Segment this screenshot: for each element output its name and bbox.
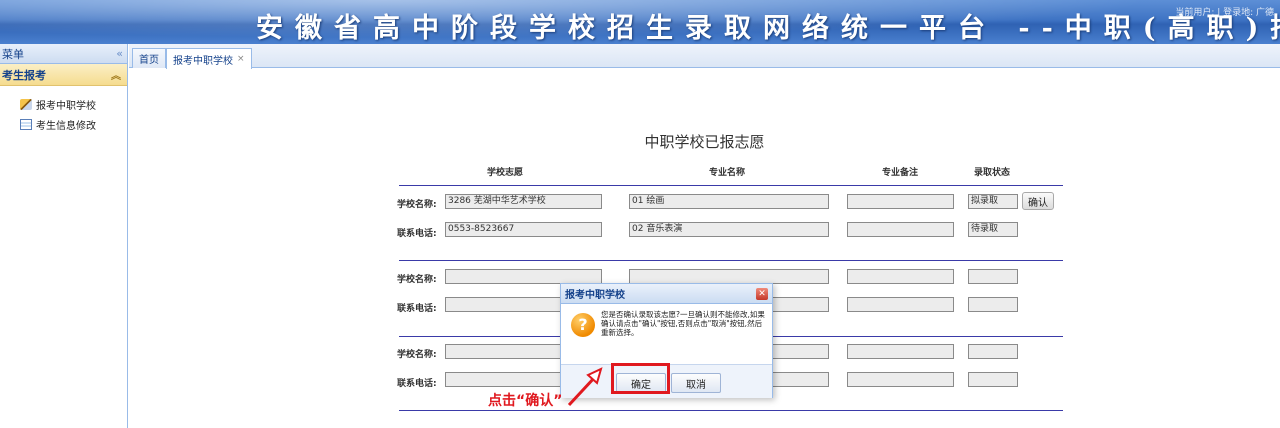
- dialog-header: 报考中职学校 ✕: [561, 284, 772, 304]
- header-banner: 安徽省高中阶段学校招生录取网络统一平台 --中职(高职)招生录取 当前用户: |…: [0, 0, 1280, 44]
- sidebar-item-edit-info[interactable]: 考生信息修改: [0, 114, 127, 134]
- annotation-text: 点击“确认”: [488, 393, 563, 409]
- sidebar-item-label: 报考中职学校: [36, 100, 96, 112]
- school-name-field[interactable]: 3286 芜湖中华艺术学校: [445, 194, 602, 209]
- tab-label: 首页: [139, 55, 159, 66]
- pencil-icon: [20, 98, 32, 110]
- sidebar: 菜单 « 考生报考 ︽ 报考中职学校 考生信息修改: [0, 44, 128, 428]
- phone-label: 联系电话:: [397, 379, 437, 389]
- school-name-label: 学校名称:: [397, 200, 437, 210]
- page-title: 中职学校已报志愿: [644, 133, 765, 151]
- status-field-2: 待录取: [968, 222, 1018, 237]
- major-field-1[interactable]: 01 绘画: [629, 194, 829, 209]
- remark-field-2[interactable]: [847, 297, 954, 312]
- school-name-label: 学校名称:: [397, 350, 437, 360]
- remark-field-2[interactable]: [847, 222, 954, 237]
- remark-field-1[interactable]: [847, 194, 954, 209]
- divider: [399, 260, 1063, 261]
- column-header-major: 专业名称: [709, 168, 746, 178]
- ok-button-highlight: [611, 363, 670, 394]
- status-field-2: [968, 372, 1018, 387]
- column-header-remark: 专业备注: [882, 168, 919, 178]
- remark-field-1[interactable]: [847, 269, 954, 284]
- major-field-2[interactable]: 02 音乐表演: [629, 222, 829, 237]
- status-field-1: [968, 269, 1018, 284]
- tab-apply-school[interactable]: 报考中职学校 ×: [166, 48, 252, 69]
- double-chevron-up-icon[interactable]: ︽: [111, 67, 121, 82]
- dialog-message: 您是否确认录取该志愿?一旦确认则不能修改,如果确认请点击"确认"按钮,否则点击"…: [601, 310, 765, 337]
- group-label: 考生报考: [2, 68, 46, 82]
- menu-label: 菜单: [2, 47, 24, 61]
- column-header-school: 学校志愿: [487, 168, 524, 178]
- close-icon[interactable]: ✕: [756, 287, 768, 300]
- menu-header: 菜单 «: [0, 44, 127, 64]
- phone-field[interactable]: 0553-8523667: [445, 222, 602, 237]
- dialog-body: ? 您是否确认录取该志愿?一旦确认则不能修改,如果确认请点击"确认"按钮,否则点…: [567, 310, 767, 361]
- annotation-arrow-icon: [567, 367, 603, 407]
- column-header-status: 录取状态: [974, 168, 1011, 178]
- sidebar-item-label: 考生信息修改: [36, 120, 96, 132]
- form-icon: [20, 118, 32, 130]
- divider: [399, 410, 1063, 411]
- cancel-button[interactable]: 取消: [671, 373, 721, 393]
- question-icon: ?: [571, 313, 595, 337]
- remark-field-2[interactable]: [847, 372, 954, 387]
- status-field-1: [968, 344, 1018, 359]
- school-name-field[interactable]: [445, 269, 602, 284]
- platform-title: 安徽省高中阶段学校招生录取网络统一平台 --中职(高职)招生录取: [256, 13, 1280, 44]
- status-field-1: 拟录取: [968, 194, 1018, 209]
- phone-label: 联系电话:: [397, 304, 437, 314]
- sidebar-item-apply-school[interactable]: 报考中职学校: [0, 94, 127, 114]
- status-field-2: [968, 297, 1018, 312]
- tab-label: 报考中职学校: [173, 55, 233, 67]
- dialog-title: 报考中职学校: [565, 290, 625, 301]
- remark-field-1[interactable]: [847, 344, 954, 359]
- close-icon[interactable]: ×: [237, 54, 245, 64]
- tab-bar: 首页 报考中职学校 ×: [129, 44, 1280, 69]
- divider: [399, 185, 1063, 186]
- confirm-button[interactable]: 确认: [1022, 192, 1054, 210]
- tab-home[interactable]: 首页: [132, 48, 166, 68]
- current-user-info: 当前用户: | 登录地: 广德: [1175, 8, 1274, 18]
- group-header-exam-apply[interactable]: 考生报考 ︽: [0, 64, 127, 86]
- major-field-1[interactable]: [629, 269, 829, 284]
- double-chevron-left-icon[interactable]: «: [116, 47, 123, 60]
- school-name-label: 学校名称:: [397, 275, 437, 285]
- phone-label: 联系电话:: [397, 229, 437, 239]
